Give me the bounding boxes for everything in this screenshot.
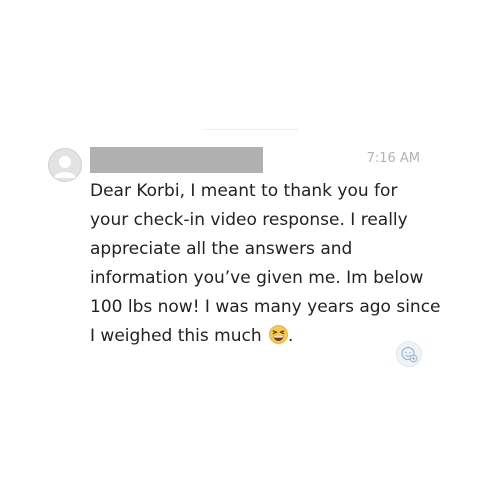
message-line: 100 lbs now! I was many years ago since xyxy=(90,297,441,317)
add-reaction-button[interactable] xyxy=(396,341,422,367)
add-reaction-icon xyxy=(401,346,418,363)
message-line: I weighed this much xyxy=(90,326,262,346)
avatar[interactable] xyxy=(48,148,82,182)
message-timestamp: 7:16 AM xyxy=(366,151,420,166)
message-line: appreciate all the answers and xyxy=(90,239,353,259)
message-line: your check-in video response. I really xyxy=(90,210,408,230)
default-user-avatar-icon xyxy=(49,149,81,181)
sender-name-redacted xyxy=(90,147,263,173)
message-last-line: I weighed this much . xyxy=(90,322,435,351)
message-line: information you’ve given me. Im below xyxy=(90,268,424,288)
message-item: 7:16 AM Dear Korbi, I meant to thank you… xyxy=(0,0,500,500)
trailing-period: . xyxy=(288,326,294,346)
message-line: Dear Korbi, I meant to thank you for xyxy=(90,181,398,201)
grinning-squinting-face-emoji-icon xyxy=(269,325,288,344)
message-body: Dear Korbi, I meant to thank you for you… xyxy=(90,177,441,351)
